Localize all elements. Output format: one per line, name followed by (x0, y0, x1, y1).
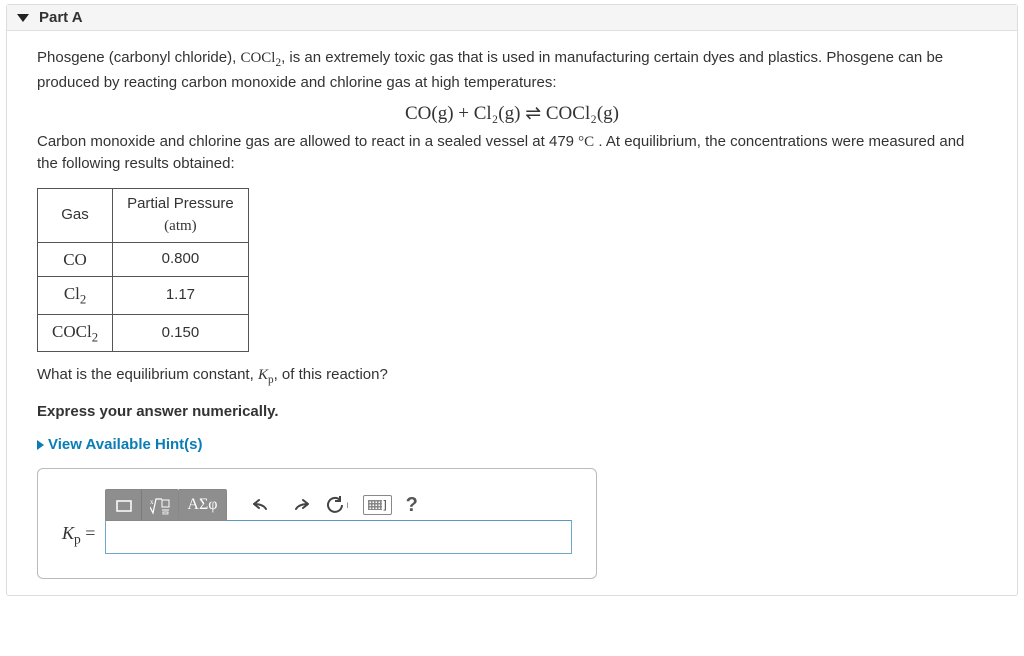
answer-box: Kp = x (37, 468, 597, 579)
kp-symbol: Kp (258, 367, 274, 383)
view-hints-link[interactable]: View Available Hint(s) (37, 434, 987, 457)
bracket-glyph: ] (384, 497, 387, 514)
formula-base: COCl (240, 50, 275, 66)
reset-dot: ı (346, 498, 349, 513)
text-seg: Carbon monoxide and chlorine gas are all… (37, 133, 578, 150)
greek-letters-button[interactable]: ΑΣφ (179, 489, 226, 521)
intro-paragraph-1: Phosgene (carbonyl chloride), COCl2, is … (37, 47, 987, 94)
help-button[interactable]: ? (406, 490, 418, 520)
value-cell: 0.800 (113, 242, 249, 277)
reset-button[interactable]: ı (323, 490, 353, 520)
template-button-group: x (105, 489, 179, 521)
svg-text:x: x (150, 498, 154, 506)
kp-equals-label: Kp = (62, 520, 95, 554)
header-line2: (atm) (164, 218, 196, 234)
hints-label: View Available Hint(s) (48, 436, 203, 453)
text-seg: , of this reaction? (274, 366, 388, 383)
gas-cell: COCl2 (38, 314, 113, 352)
gas-cell: Cl2 (38, 277, 113, 315)
gas-cell: CO (38, 242, 113, 277)
table-row: Cl2 1.17 (38, 277, 249, 315)
value-cell: 0.150 (113, 314, 249, 352)
part-content: Phosgene (carbonyl chloride), COCl2, is … (7, 31, 1017, 595)
answer-row: Kp = x (62, 489, 572, 554)
text-seg: What is the equilibrium constant, (37, 366, 258, 383)
answer-input[interactable] (105, 520, 572, 554)
part-header[interactable]: Part A (7, 5, 1017, 31)
formula-sub: 2 (92, 330, 98, 344)
value-cell: 1.17 (113, 277, 249, 315)
undo-button[interactable] (247, 490, 277, 520)
express-instruction: Express your answer numerically. (37, 401, 987, 424)
formula-base: COCl (52, 322, 92, 341)
caret-right-icon (37, 440, 44, 450)
col-header-gas: Gas (38, 188, 113, 242)
var-base: K (62, 523, 74, 543)
col-header-pressure: Partial Pressure (atm) (113, 188, 249, 242)
table-row: COCl2 0.150 (38, 314, 249, 352)
part-title: Part A (39, 9, 83, 26)
table-row: Gas Partial Pressure (atm) (38, 188, 249, 242)
chem-formula: COCl2 (240, 50, 281, 66)
intro-paragraph-2: Carbon monoxide and chlorine gas are all… (37, 131, 987, 176)
formula-base: Cl (64, 284, 80, 303)
equals-sign: = (81, 523, 96, 543)
caret-down-icon (17, 14, 29, 22)
var-base: K (258, 367, 268, 383)
keyboard-button[interactable]: ] (363, 495, 392, 515)
keyboard-icon (368, 500, 382, 510)
rect-template-button[interactable] (106, 490, 142, 521)
redo-button[interactable] (285, 490, 315, 520)
reaction-equation: CO(g) + Cl₂(g) ⇌ COCl₂(g) (37, 100, 987, 129)
header-line1: Partial Pressure (127, 195, 234, 212)
table-row: CO 0.800 (38, 242, 249, 277)
data-table: Gas Partial Pressure (atm) CO 0.800 Cl2 … (37, 188, 249, 353)
var-sub: p (74, 532, 81, 547)
text-seg: Phosgene (carbonyl chloride), (37, 49, 240, 66)
input-stack: x ΑΣφ (105, 489, 572, 554)
equation-toolbar: x ΑΣφ (105, 489, 572, 521)
question-text: What is the equilibrium constant, Kp, of… (37, 364, 987, 389)
formula-sub: 2 (80, 293, 86, 307)
part-a-section: Part A Phosgene (carbonyl chloride), COC… (6, 4, 1018, 596)
degree-unit: °C (578, 134, 594, 150)
fraction-root-template-button[interactable]: x (142, 490, 178, 521)
